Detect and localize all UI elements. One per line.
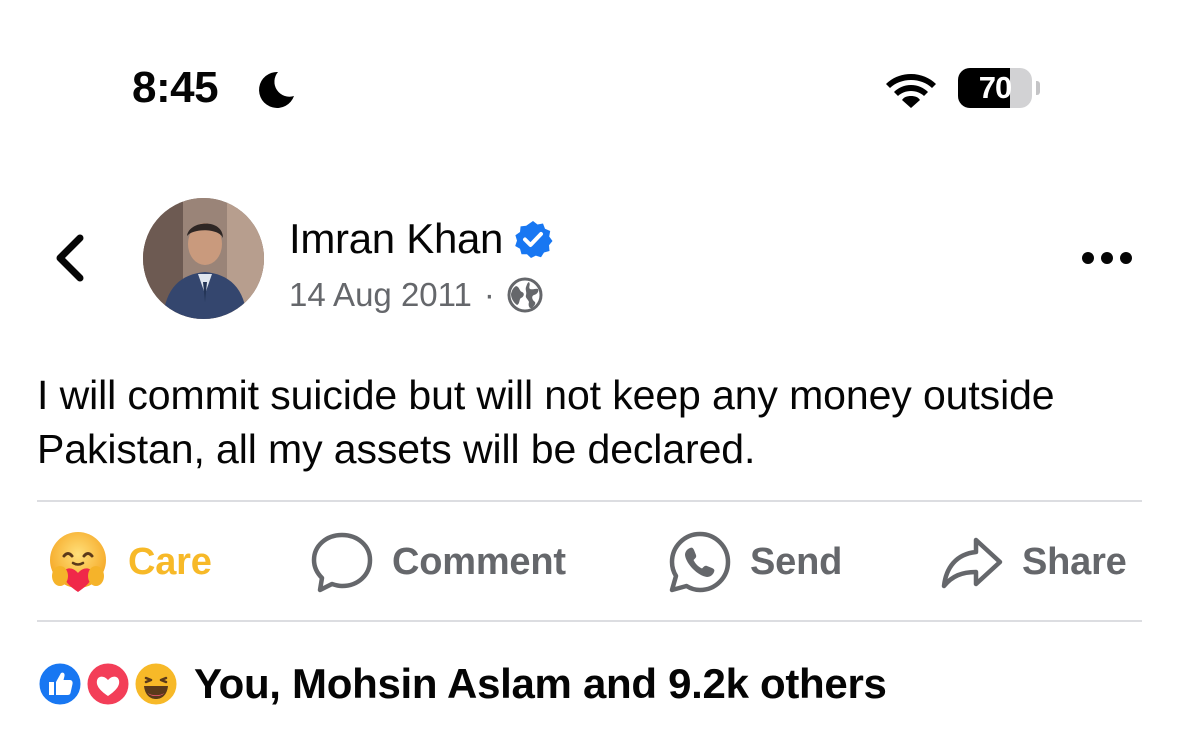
care-button[interactable]: Care bbox=[46, 528, 212, 596]
post-date[interactable]: 14 Aug 2011 bbox=[289, 276, 472, 314]
wifi-icon bbox=[886, 74, 936, 108]
reactions-text: You, Mohsin Aslam and 9.2k others bbox=[194, 660, 887, 707]
battery-indicator: 70 bbox=[958, 68, 1034, 108]
love-icon bbox=[84, 660, 132, 708]
share-label: Share bbox=[1022, 540, 1127, 583]
post-text: I will commit suicide but will not keep … bbox=[37, 372, 1055, 472]
battery-percent: 70 bbox=[978, 70, 1012, 105]
avatar[interactable] bbox=[143, 198, 264, 319]
author-name[interactable]: Imran Khan bbox=[289, 215, 503, 263]
comment-icon bbox=[311, 532, 373, 593]
reaction-icons bbox=[36, 658, 186, 710]
moon-icon bbox=[259, 71, 294, 108]
post-meta: 14 Aug 2011 · bbox=[289, 273, 543, 317]
author-row: Imran Khan bbox=[289, 212, 553, 266]
comment-button[interactable]: Comment bbox=[310, 528, 566, 596]
care-label: Care bbox=[128, 540, 212, 583]
battery-nub bbox=[1036, 81, 1040, 95]
share-icon bbox=[941, 537, 1003, 589]
meta-separator: · bbox=[483, 276, 495, 313]
profile-photo bbox=[143, 198, 264, 319]
divider-bottom bbox=[37, 620, 1142, 622]
send-button[interactable]: Send bbox=[668, 528, 842, 596]
haha-icon bbox=[132, 660, 180, 708]
whatsapp-icon bbox=[669, 531, 731, 593]
comment-label: Comment bbox=[392, 540, 566, 583]
more-options-button[interactable] bbox=[1080, 248, 1134, 268]
send-label: Send bbox=[750, 540, 843, 583]
like-icon bbox=[36, 660, 84, 708]
reactions-summary[interactable]: You, Mohsin Aslam and 9.2k others bbox=[36, 656, 887, 712]
facebook-post-screen: 8:45 70 Imran Khan 14 Aug 2011 · I will … bbox=[0, 0, 1179, 743]
verified-badge-icon bbox=[515, 221, 553, 258]
back-button[interactable] bbox=[44, 228, 100, 288]
share-button[interactable]: Share bbox=[940, 528, 1127, 596]
status-time: 8:45 bbox=[132, 63, 219, 112]
care-reaction-icon bbox=[50, 532, 106, 592]
divider-top bbox=[37, 500, 1142, 502]
globe-icon bbox=[507, 277, 543, 313]
